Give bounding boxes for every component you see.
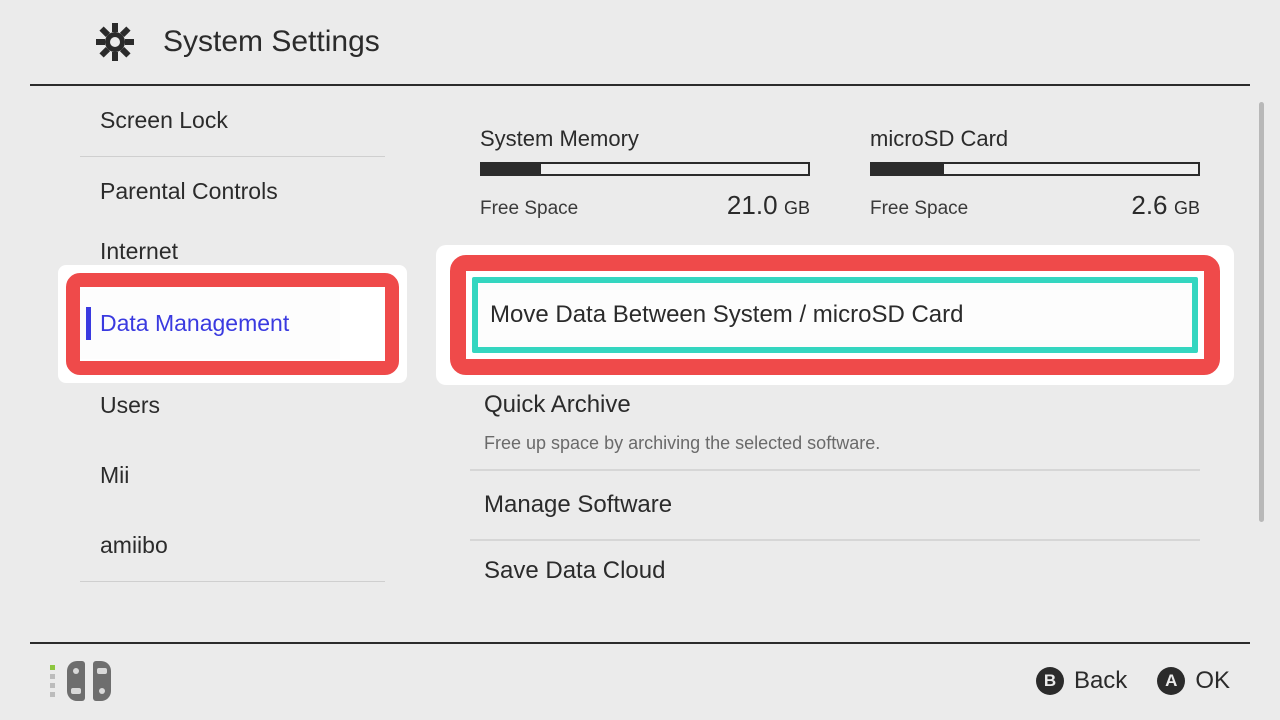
option-quick-archive[interactable]: Quick Archive Free up space by archiving… xyxy=(470,375,1200,471)
divider xyxy=(80,581,385,582)
button-label: Back xyxy=(1074,667,1127,695)
back-button[interactable]: B Back xyxy=(1036,667,1127,695)
sidebar-item-label: amiibo xyxy=(100,532,168,559)
sidebar-item-label: Users xyxy=(100,392,160,419)
sidebar-item-data-management[interactable]: Data Management xyxy=(80,289,340,359)
option-save-data-cloud[interactable]: Save Data Cloud xyxy=(470,541,1200,601)
sidebar-item-parental-controls[interactable]: Parental Controls xyxy=(80,157,385,227)
sidebar-item-label: Data Management xyxy=(100,310,289,337)
sidebar-item-mii[interactable]: Mii xyxy=(80,441,385,511)
sidebar-item-data-management-highlight: Data Management xyxy=(80,277,385,371)
sidebar-item-label: Internet xyxy=(100,238,178,265)
sidebar: Screen Lock Parental Controls Internet D… xyxy=(0,86,410,642)
storage-bar-fill xyxy=(872,164,944,174)
storage-name: microSD Card xyxy=(870,126,1200,152)
gear-icon xyxy=(95,22,135,62)
sidebar-item-label: Screen Lock xyxy=(100,107,228,134)
footer-buttons: B Back A OK xyxy=(1036,667,1230,695)
body: Screen Lock Parental Controls Internet D… xyxy=(0,86,1280,642)
storage-bar xyxy=(480,162,810,176)
option-label: Save Data Cloud xyxy=(484,557,665,585)
joycon-right-icon xyxy=(93,661,111,701)
storage-system-memory: System Memory Free Space 21.0 GB xyxy=(480,126,810,221)
a-button-icon: A xyxy=(1157,667,1185,695)
ok-button[interactable]: A OK xyxy=(1157,667,1230,695)
option-move-data-highlight: Move Data Between System / microSD Card xyxy=(470,249,1200,381)
options-list: Move Data Between System / microSD Card … xyxy=(470,249,1200,601)
storage-bar-fill xyxy=(482,164,541,174)
free-space-label: Free Space xyxy=(870,198,968,220)
storage-microsd-card: microSD Card Free Space 2.6 GB xyxy=(870,126,1200,221)
storage-bar xyxy=(870,162,1200,176)
option-move-data[interactable]: Move Data Between System / microSD Card xyxy=(472,277,1198,353)
sidebar-item-label: Parental Controls xyxy=(100,178,278,205)
sidebar-item-amiibo[interactable]: amiibo xyxy=(80,511,385,581)
content: System Memory Free Space 21.0 GB microSD… xyxy=(410,86,1280,642)
storage-name: System Memory xyxy=(480,126,810,152)
button-label: OK xyxy=(1195,667,1230,695)
page-title: System Settings xyxy=(163,25,380,59)
joycon-left-icon xyxy=(67,661,85,701)
option-subtext: Free up space by archiving the selected … xyxy=(484,433,880,454)
sidebar-item-label: Mii xyxy=(100,462,129,489)
option-manage-software[interactable]: Manage Software xyxy=(470,471,1200,541)
option-label: Move Data Between System / microSD Card xyxy=(490,301,964,329)
sidebar-item-screen-lock[interactable]: Screen Lock xyxy=(80,86,385,156)
free-space-value: 2.6 GB xyxy=(1131,190,1200,221)
b-button-icon: B xyxy=(1036,667,1064,695)
header: System Settings xyxy=(30,0,1250,86)
controller-icon xyxy=(50,661,111,701)
free-space-value: 21.0 GB xyxy=(727,190,810,221)
scrollbar[interactable] xyxy=(1259,102,1264,522)
option-label: Quick Archive xyxy=(484,391,631,419)
free-space-label: Free Space xyxy=(480,198,578,220)
player-lights-icon xyxy=(50,665,55,697)
footer: B Back A OK xyxy=(30,642,1250,718)
option-label: Manage Software xyxy=(484,491,672,519)
storage-row: System Memory Free Space 21.0 GB microSD… xyxy=(480,126,1250,221)
